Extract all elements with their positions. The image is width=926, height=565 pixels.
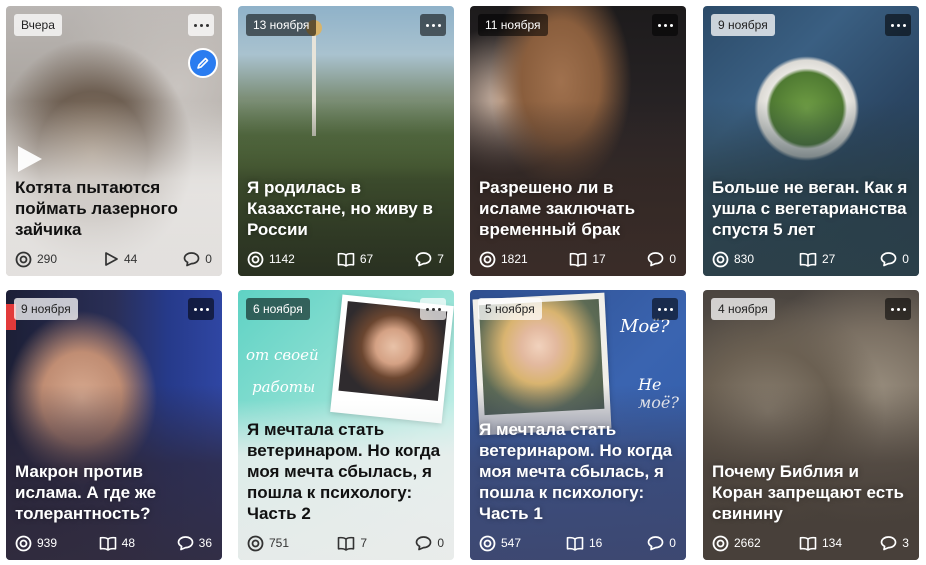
- eye-icon: [15, 251, 32, 267]
- comments-stat: 0: [880, 251, 909, 267]
- comment-icon: [415, 536, 432, 551]
- article-title: Я родилась в Казахстане, но живу в Росси…: [247, 178, 433, 239]
- eye-icon: [247, 535, 264, 551]
- date-badge: 13 ноября: [246, 14, 317, 36]
- book-icon: [799, 536, 817, 551]
- reads-stat: 27: [799, 252, 835, 267]
- article-title: Разрешено ли в исламе заключать временны…: [479, 178, 636, 239]
- comment-icon: [647, 536, 664, 551]
- book-icon: [566, 536, 584, 551]
- article-card[interactable]: 4 ноября Почему Библия и Коран запрещают…: [703, 290, 919, 560]
- stats-bar: 751 7 0: [247, 534, 444, 552]
- article-title: Макрон против ислама. А где же толерантн…: [15, 462, 157, 523]
- book-icon: [799, 252, 817, 267]
- reads-stat: 17: [569, 252, 606, 267]
- comments-stat: 36: [177, 535, 212, 551]
- reads-stat: 7: [337, 536, 367, 551]
- article-card[interactable]: 11 ноября Разрешено ли в исламе заключат…: [470, 6, 686, 276]
- reads-stat: 134: [799, 536, 842, 551]
- play-outline-icon: [105, 252, 118, 266]
- comments-stat: 0: [183, 251, 212, 267]
- more-menu-button[interactable]: [188, 14, 214, 36]
- article-title: Я мечтала стать ветеринаром. Но когда мо…: [479, 420, 673, 523]
- book-icon: [338, 536, 355, 551]
- date-badge: 11 ноября: [478, 14, 548, 36]
- article-title: Я мечтала стать ветеринаром. Но когда мо…: [247, 420, 441, 523]
- book-icon: [570, 252, 587, 267]
- eye-icon: [247, 251, 264, 267]
- eye-icon: [479, 535, 496, 551]
- stats-bar: 290 44 0: [15, 250, 212, 268]
- date-badge: 4 ноября: [711, 298, 775, 320]
- views-stat: 830: [712, 251, 754, 268]
- image-caption: работы: [252, 378, 316, 396]
- book-icon: [337, 252, 355, 267]
- article-card[interactable]: 9 ноября Больше не веган. Как я ушла с в…: [703, 6, 919, 276]
- comment-icon: [415, 252, 432, 267]
- reads-stat: 67: [337, 252, 373, 267]
- views-stat: 751: [247, 535, 289, 552]
- date-badge: 9 ноября: [14, 298, 78, 320]
- stats-bar: 939 48 36: [15, 534, 212, 552]
- views-stat: 547: [479, 535, 521, 552]
- comment-icon: [647, 252, 664, 267]
- views-stat: 290: [15, 251, 57, 268]
- comment-icon: [880, 536, 897, 551]
- edit-icon[interactable]: [188, 48, 218, 78]
- stats-bar: 830 27 0: [712, 250, 909, 268]
- comments-stat: 3: [880, 535, 909, 551]
- eye-icon: [712, 535, 729, 551]
- comment-icon: [183, 252, 200, 267]
- article-card[interactable]: Вчера Котята пытаются поймать лазерного …: [6, 6, 222, 276]
- article-card[interactable]: 13 ноября Я родилась в Казахстане, но жи…: [238, 6, 454, 276]
- date-badge: Вчера: [14, 14, 62, 36]
- comments-stat: 0: [647, 535, 676, 551]
- article-card[interactable]: Моё? Не моё? 5 ноября Я мечтала стать ве…: [470, 290, 686, 560]
- views-stat: 1821: [479, 251, 528, 268]
- article-title: Котята пытаются поймать лазерного зайчик…: [15, 178, 178, 239]
- more-menu-button[interactable]: [652, 298, 678, 320]
- image-caption: от своей: [246, 346, 319, 364]
- views-stat: 1142: [247, 251, 295, 268]
- date-badge: 9 ноября: [711, 14, 775, 36]
- stats-bar: 547 16 0: [479, 534, 676, 552]
- comments-stat: 0: [415, 535, 444, 551]
- more-menu-button[interactable]: [652, 14, 678, 36]
- date-badge: 5 ноября: [478, 298, 542, 320]
- stats-bar: 1821 17 0: [479, 250, 676, 268]
- article-card[interactable]: от своей работы 6 ноября Я мечтала стать…: [238, 290, 454, 560]
- more-menu-button[interactable]: [420, 14, 446, 36]
- more-menu-button[interactable]: [420, 298, 446, 320]
- article-title: Почему Библия и Коран запрещают есть сви…: [712, 462, 904, 523]
- book-icon: [99, 536, 116, 551]
- reads-stat: 48: [99, 536, 135, 551]
- comment-icon: [177, 536, 193, 551]
- play-icon[interactable]: [18, 146, 42, 172]
- more-menu-button[interactable]: [885, 14, 911, 36]
- views-stat: 2662: [712, 535, 761, 552]
- comment-icon: [880, 252, 897, 267]
- date-badge: 6 ноября: [246, 298, 310, 320]
- article-card[interactable]: 9 ноября Макрон против ислама. А где же …: [6, 290, 222, 560]
- article-title: Больше не веган. Как я ушла с вегетариан…: [712, 178, 908, 239]
- comments-stat: 7: [415, 251, 444, 267]
- views-stat: 939: [15, 535, 57, 552]
- eye-icon: [15, 535, 32, 551]
- eye-icon: [712, 251, 729, 267]
- eye-icon: [479, 251, 496, 267]
- comments-stat: 0: [647, 251, 676, 267]
- stats-bar: 2662 134 3: [712, 534, 909, 552]
- more-menu-button[interactable]: [885, 298, 911, 320]
- stats-bar: 1142 67 7: [247, 250, 444, 268]
- more-menu-button[interactable]: [188, 298, 214, 320]
- article-grid: Вчера Котята пытаются поймать лазерного …: [0, 0, 926, 565]
- reads-stat: 16: [566, 536, 602, 551]
- plays-stat: 44: [103, 251, 137, 267]
